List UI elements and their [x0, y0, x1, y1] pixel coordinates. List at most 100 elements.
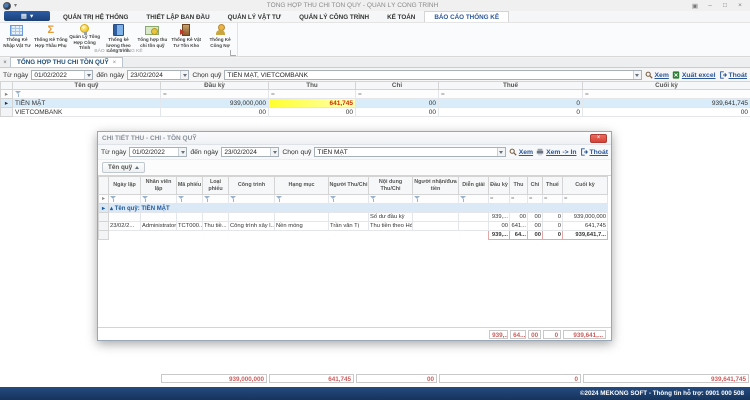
filter-cell-cuoi-ky[interactable]: = — [583, 90, 750, 99]
col-nguoi-thu-chi[interactable]: Người Thu/Chi — [329, 177, 369, 195]
col-hang-muc[interactable]: Hạng mục — [275, 177, 329, 195]
col-thu[interactable]: Thu — [269, 82, 356, 90]
ribbon-group-bao-cao: Thống Kê Nhập Vật Tư Σ Thống Kê Tổng Hợp… — [0, 23, 238, 57]
group-expand-icon[interactable]: ▴ — [110, 206, 113, 212]
btn-tong-hop-thu-chi-ton-quy[interactable]: Tổng hợp thu chi tồn quỹ — [135, 23, 169, 49]
filter-cell-thu[interactable]: = — [269, 90, 356, 99]
dialog-exit-button[interactable]: Thoát — [580, 148, 609, 156]
col-dau-ky[interactable]: Đầu kỳ — [489, 177, 510, 195]
dialog-print-button[interactable]: Xem -> In — [536, 148, 576, 156]
minimize-icon[interactable]: – — [703, 1, 717, 10]
cell-chi[interactable]: 00 — [356, 108, 439, 117]
col-cong-trinh[interactable]: Công trình — [229, 177, 275, 195]
status-bar: ©2024 MEKONG SOFT - Thông tin hỗ trợ: 09… — [0, 387, 750, 400]
funnel-icon — [110, 196, 117, 202]
btn-thong-ke-thau-phu[interactable]: Σ Thống Kê Tổng Hợp Thầu Phụ — [34, 23, 68, 49]
col-dien-giai[interactable]: Diễn giải — [459, 177, 489, 195]
cell-thue[interactable]: 0 — [439, 99, 583, 108]
cell-ten-quy[interactable]: TIỀN MẶT — [13, 99, 161, 108]
cell-ten-quy[interactable]: VIETCOMBANK — [13, 108, 161, 117]
cell-thue[interactable]: 0 — [439, 108, 583, 117]
filter-cell-dau-ky[interactable]: = — [161, 90, 269, 99]
ribbon-tab-bao-cao-thong-ke[interactable]: BÁO CÁO THỐNG KÊ — [424, 11, 509, 22]
cell-dau-ky[interactable]: 939,000,000 — [161, 99, 269, 108]
funnel-icon — [15, 91, 22, 97]
filter-row-indicator: ▸ — [1, 90, 13, 99]
funnel-icon — [204, 196, 211, 202]
close-icon[interactable]: × — [733, 1, 747, 10]
dialog-fund-select[interactable] — [314, 147, 505, 157]
doc-tab-tong-hop-thu-chi[interactable]: TỔNG HỢP THU CHI TỒN QUỸ × — [10, 57, 123, 67]
cell-chi[interactable]: 00 — [356, 99, 439, 108]
table-row[interactable]: 23/02/2... Administrator TCT000... Thu t… — [99, 222, 608, 231]
main-grid: Tên quỹ Đầu kỳ Thu Chi Thuế Cuối kỳ ▸ = … — [0, 81, 750, 117]
cell-thu-highlighted[interactable]: 641,745 — [269, 99, 356, 108]
col-thu[interactable]: Thu — [510, 177, 528, 195]
filter-cell-ten-quy[interactable] — [13, 90, 161, 99]
ribbon-tab-quan-tri-he-thong[interactable]: QUẢN TRỊ HỆ THỐNG — [54, 12, 137, 22]
col-cuoi-ky[interactable]: Cuối kỳ — [583, 82, 750, 90]
export-excel-button[interactable]: Xuất excel — [672, 71, 716, 79]
funnel-icon — [414, 196, 421, 202]
table-row[interactable]: VIETCOMBANK 00 00 00 0 00 — [1, 108, 750, 117]
person-debt-icon — [215, 24, 226, 36]
chevron-down-icon[interactable] — [178, 148, 186, 156]
filter-cell-chi[interactable]: = — [356, 90, 439, 99]
chevron-down-icon[interactable] — [180, 71, 188, 79]
app-menu-button[interactable]: ▦ ▾ — [4, 11, 50, 21]
strip-close-icon[interactable]: × — [0, 58, 10, 67]
col-thue[interactable]: Thuế — [439, 82, 583, 90]
cell-cuoi-ky[interactable]: 939,641,745 — [583, 99, 750, 108]
tab-close-icon[interactable]: × — [113, 60, 117, 66]
table-row[interactable]: ▸ TIỀN MẶT 939,000,000 641,745 00 0 939,… — [1, 99, 750, 108]
col-loai-phieu[interactable]: Loại phiếu — [203, 177, 229, 195]
col-thue[interactable]: Thuế — [543, 177, 563, 195]
col-cuoi-ky[interactable]: Cuối kỳ — [563, 177, 608, 195]
dialog-view-button[interactable]: Xem — [509, 148, 533, 156]
btn-thong-ke-luong[interactable]: Thống kê lương theo công trình — [102, 23, 136, 49]
filter-cell-thue[interactable]: = — [439, 90, 583, 99]
group-row[interactable]: ▸ ▴ Tên quỹ: TIỀN MẶT — [99, 204, 608, 213]
quick-access-toolbar[interactable]: ▾ — [0, 2, 17, 10]
group-dialog-launcher-icon[interactable] — [230, 50, 236, 56]
table-row[interactable]: Số dư đầu kỳ 939,... 00 00 0 939,000,000 — [99, 213, 608, 222]
dialog-to-date-field[interactable] — [221, 147, 279, 157]
dlg-total-thue: 0 — [543, 330, 561, 339]
ribbon-tab-quan-ly-vat-tu[interactable]: QUẢN LÝ VẬT TƯ — [219, 12, 291, 22]
col-ten-quy[interactable]: Tên quỹ — [13, 82, 161, 90]
btn-quan-ly-tong-hop-cong-trinh[interactable]: Quản Lý Tổng Hợp Công Trình — [68, 23, 102, 49]
view-button[interactable]: Xem — [645, 71, 669, 79]
col-chi[interactable]: Chi — [528, 177, 543, 195]
group-by-chip[interactable]: Tên quỹ — [102, 162, 145, 173]
chevron-down-icon[interactable] — [497, 148, 505, 156]
chevron-down-icon[interactable] — [84, 71, 92, 79]
cell-cuoi-ky[interactable]: 00 — [583, 108, 750, 117]
chevron-down-icon[interactable] — [270, 148, 278, 156]
chevron-down-icon[interactable] — [633, 71, 641, 79]
style-icon[interactable]: ▣ — [688, 1, 702, 10]
btn-thong-ke-cong-no[interactable]: Thống Kê Công Nợ — [203, 23, 237, 49]
ribbon-tab-quan-ly-cong-trinh[interactable]: QUẢN LÝ CÔNG TRÌNH — [290, 12, 378, 22]
col-nguoi-nhan[interactable]: Người nhận/đưa tiền — [413, 177, 459, 195]
to-date-field[interactable] — [127, 70, 189, 80]
cell-thu[interactable]: 00 — [269, 108, 356, 117]
col-noi-dung[interactable]: Nội dung Thu/Chi — [369, 177, 413, 195]
col-dau-ky[interactable]: Đầu kỳ — [161, 82, 269, 90]
col-chi[interactable]: Chi — [356, 82, 439, 90]
dialog-from-date-field[interactable] — [129, 147, 187, 157]
ribbon-tab-thiet-lap-ban-dau[interactable]: THIẾT LẬP BAN ĐẦU — [137, 12, 218, 22]
col-ma-phieu[interactable]: Mã phiếu — [177, 177, 203, 195]
from-date-field[interactable] — [31, 70, 93, 80]
exit-button[interactable]: Thoát — [719, 71, 748, 79]
fund-select[interactable] — [224, 70, 641, 80]
col-nhan-vien-lap[interactable]: Nhân viên lập — [141, 177, 177, 195]
btn-thong-ke-vat-tu-ton-kho[interactable]: Thống Kê Vật Tư Tồn Kho — [169, 23, 203, 49]
col-ngay-lap[interactable]: Ngày lập — [109, 177, 141, 195]
dialog-title-bar[interactable]: CHI TIẾT THU - CHI - TỒN QUỸ × — [98, 132, 611, 145]
status-text: ©2024 MEKONG SOFT - Thông tin hỗ trợ: 09… — [580, 390, 744, 397]
maximize-icon[interactable]: □ — [718, 1, 732, 10]
btn-thong-ke-nhap-vat-tu[interactable]: Thống Kê Nhập Vật Tư — [0, 23, 34, 49]
cell-dau-ky[interactable]: 00 — [161, 108, 269, 117]
dialog-close-icon[interactable]: × — [590, 134, 607, 143]
ribbon-tab-ke-toan[interactable]: KẾ TOÁN — [378, 12, 424, 22]
